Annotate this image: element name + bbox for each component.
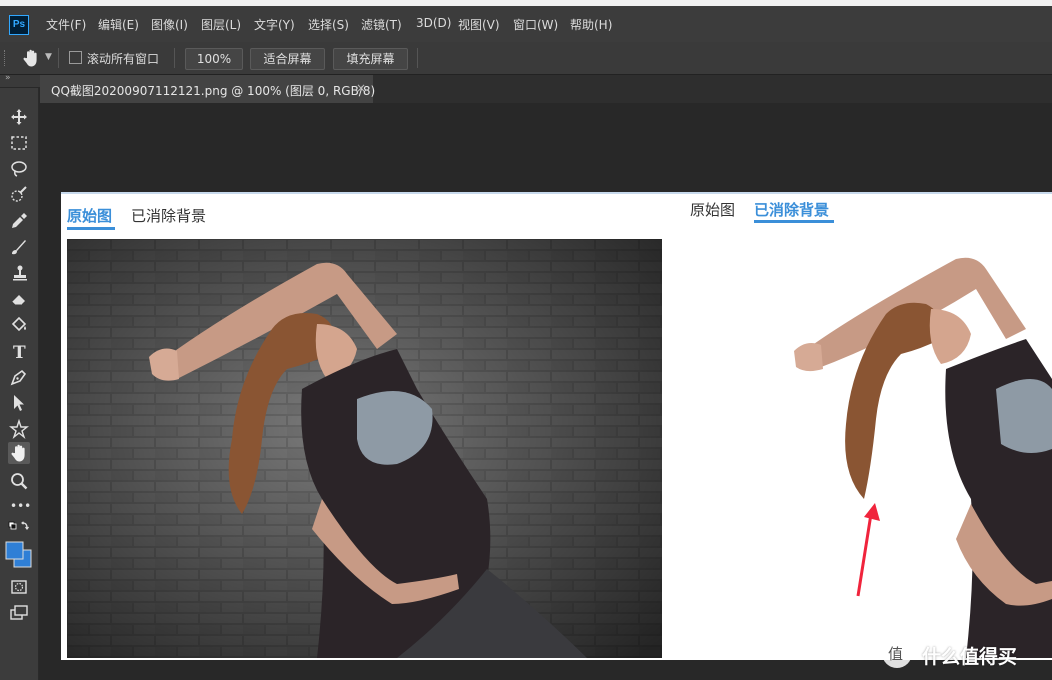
background-removed-photo (686, 239, 1052, 658)
brush-icon[interactable] (8, 236, 30, 258)
options-divider (174, 48, 175, 68)
options-grip[interactable] (4, 50, 7, 66)
eraser-icon[interactable] (8, 288, 30, 310)
menu-window[interactable]: 窗口(W) (513, 16, 558, 33)
menu-type[interactable]: 文字(Y) (254, 16, 295, 33)
svg-text:T: T (13, 343, 26, 362)
watermark-logo-icon: 值 (882, 638, 912, 668)
menu-bar: Ps 文件(F) 编辑(E) 图像(I) 图层(L) 文字(Y) 选择(S) 滤… (0, 6, 1052, 43)
move-icon[interactable] (8, 106, 30, 128)
left-tab-original: 原始图 (67, 207, 113, 225)
scroll-all-windows-checkbox[interactable] (69, 51, 82, 64)
pen-icon[interactable] (8, 366, 30, 388)
document-tab[interactable]: QQ截图20200907112121.png @ 100% (图层 0, RGB… (40, 75, 376, 103)
more-tools-icon[interactable]: ••• (8, 496, 31, 518)
right-tab-removed: 已消除背景 (754, 201, 830, 219)
menu-layer[interactable]: 图层(L) (201, 16, 241, 33)
color-swatch-icon[interactable] (4, 540, 34, 570)
zoom-100-button[interactable]: 100% (185, 48, 243, 70)
watermark-text: 什么值得买 (922, 646, 1018, 668)
screen-mode-icon[interactable] (8, 602, 30, 624)
right-tab-original: 原始图 (690, 201, 736, 219)
zoom-icon[interactable] (8, 470, 30, 492)
path-select-icon[interactable] (8, 392, 30, 414)
close-tab-icon[interactable]: × (356, 81, 366, 95)
document-tab-title: QQ截图20200907112121.png @ 100% (图层 0, RGB… (51, 84, 376, 98)
options-divider (417, 48, 418, 68)
stamp-icon[interactable] (8, 262, 30, 284)
shape-icon[interactable] (8, 418, 30, 440)
menu-view[interactable]: 视图(V) (458, 16, 500, 33)
menu-filter[interactable]: 滤镜(T) (361, 16, 402, 33)
marquee-icon[interactable] (8, 132, 30, 154)
type-icon[interactable]: T (8, 340, 30, 363)
menu-help[interactable]: 帮助(H) (570, 16, 612, 33)
double-chevron-icon[interactable]: » (5, 73, 11, 83)
original-photo (67, 239, 662, 658)
hand-icon[interactable] (8, 442, 30, 464)
left-tab-underline (67, 227, 115, 230)
quick-select-icon[interactable] (8, 184, 30, 206)
site-watermark: 值 什么值得买 (882, 638, 1047, 670)
scroll-all-windows-label: 滚动所有窗口 (87, 52, 160, 66)
lasso-icon[interactable] (8, 158, 30, 180)
toolbar-collapse-strip[interactable]: » (0, 73, 40, 87)
svg-text:•••: ••• (10, 499, 30, 513)
photoshop-logo-icon: Ps (9, 15, 29, 35)
canvas-area[interactable]: 原始图 已消除背景 原始图 已消除背景 (40, 103, 1052, 680)
menu-3d[interactable]: 3D(D) (416, 16, 451, 30)
paint-bucket-icon[interactable] (8, 314, 30, 336)
menu-file[interactable]: 文件(F) (46, 16, 86, 33)
swap-colors-icon[interactable] (8, 520, 30, 542)
quick-mask-icon[interactable] (8, 576, 30, 598)
fill-screen-button[interactable]: 填充屏幕 (333, 48, 408, 70)
eyedropper-icon[interactable] (8, 210, 30, 232)
left-tab-removed: 已消除背景 (131, 207, 207, 225)
document-tab-bar: QQ截图20200907112121.png @ 100% (图层 0, RGB… (40, 75, 1052, 103)
tools-panel: T ••• (0, 88, 39, 680)
options-bar: ▼ 滚动所有窗口 100% 适合屏幕 填充屏幕 (0, 42, 1052, 75)
menu-select[interactable]: 选择(S) (308, 16, 349, 33)
svg-text:值: 值 (888, 645, 903, 663)
menu-image[interactable]: 图像(I) (151, 16, 188, 33)
fit-screen-button[interactable]: 适合屏幕 (250, 48, 325, 70)
chevron-down-icon[interactable]: ▼ (45, 52, 52, 62)
document-canvas[interactable]: 原始图 已消除背景 原始图 已消除背景 (61, 192, 1052, 660)
hand-tool-preset-icon[interactable] (20, 47, 42, 69)
menu-edit[interactable]: 编辑(E) (98, 16, 139, 33)
options-divider (58, 48, 59, 68)
right-tab-underline (754, 220, 834, 223)
